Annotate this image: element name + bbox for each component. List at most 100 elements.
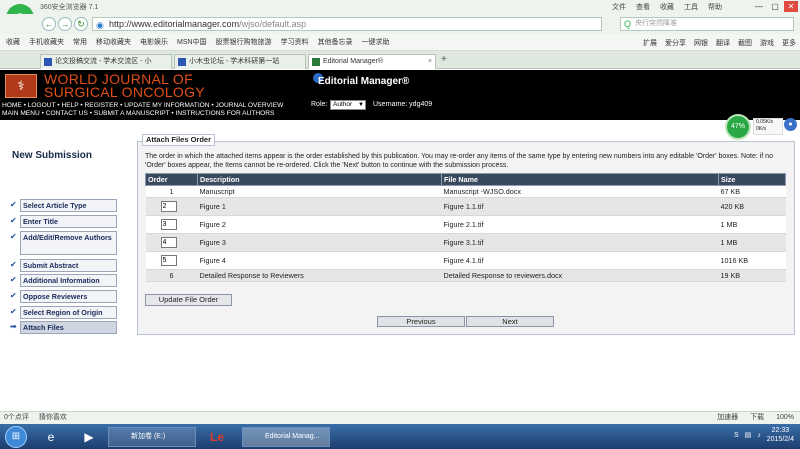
table-row: Figure 4 Figure 4.1.tif 1016 KB <box>145 251 786 270</box>
upload-speed: 0.05K/s <box>756 119 773 125</box>
step-button[interactable]: Submit Abstract <box>20 259 117 272</box>
browser-status-bar: 0个点评 猜你喜欢 加速器 下载 100% <box>0 411 800 424</box>
toolbar-translate[interactable]: 翻译 <box>716 38 730 48</box>
fav-item[interactable]: 常用 <box>73 37 87 47</box>
zoom-level[interactable]: 100% <box>776 412 794 424</box>
step-button[interactable]: Additional Information <box>20 274 117 287</box>
recommendations[interactable]: 猜你喜欢 <box>39 412 67 424</box>
forward-icon[interactable]: → <box>58 17 72 31</box>
menu-file[interactable]: 文件 <box>612 2 626 12</box>
network-icon[interactable]: ▤ <box>745 431 752 439</box>
role-select[interactable]: Author ▼ <box>330 100 366 110</box>
check-icon: ✔ <box>10 232 17 241</box>
new-tab-icon[interactable]: + <box>441 54 447 65</box>
toolbar-bank[interactable]: 网银 <box>694 38 708 48</box>
taskbar-browser[interactable]: Editorial Manag... <box>242 427 330 447</box>
step-button[interactable]: Oppose Reviewers <box>20 290 117 303</box>
table-row: Figure 3 Figure 3.1.tif 1 MB <box>145 233 786 252</box>
fav-item[interactable]: MSN中国 <box>177 37 207 47</box>
comments-count[interactable]: 0个点评 <box>4 412 29 424</box>
clock[interactable]: 22:33 2015/2/4 <box>767 426 794 444</box>
toolbar-extend[interactable]: 扩展 <box>643 38 657 48</box>
step-button[interactable]: Select Region of Origin <box>20 306 117 319</box>
taskbar-item-label: Editorial Manag... <box>265 433 320 440</box>
fav-item[interactable]: 股票银行购物旅游 <box>216 37 272 47</box>
filename-cell: Figure 4.1.tif <box>441 251 719 270</box>
taskbar-explorer[interactable]: 新加卷 (E:) <box>108 427 196 447</box>
menu-help[interactable]: 帮助 <box>708 2 722 12</box>
toolbar-screenshot[interactable]: 截图 <box>738 38 752 48</box>
url-input[interactable]: ◉ http://www.editorialmanager.com/wjso/d… <box>92 17 602 31</box>
fav-item[interactable]: 学习资料 <box>281 37 309 47</box>
le-icon[interactable]: Le <box>206 428 228 446</box>
close-icon[interactable]: ✕ <box>784 1 798 12</box>
check-icon: ✔ <box>10 216 17 225</box>
tab-forum-1[interactable]: 论文投稿交流 - 学术交流区 - 小 <box>40 54 172 69</box>
instructions-text: The order in which the attached items ap… <box>145 153 773 169</box>
fav-item[interactable]: 收藏 <box>6 37 20 47</box>
size-cell: 1 MB <box>718 233 786 252</box>
table-header-row: Order Description File Name Size <box>145 173 786 186</box>
fav-item[interactable]: 其他备忘录 <box>318 37 353 47</box>
order-value: 6 <box>145 269 198 282</box>
close-tab-icon[interactable]: × <box>428 55 432 68</box>
order-input[interactable] <box>160 237 177 248</box>
col-size: Size <box>718 173 786 186</box>
page-icon <box>312 58 320 66</box>
order-input[interactable] <box>160 255 177 266</box>
page-title: New Submission <box>12 150 93 161</box>
role-value: Author <box>333 101 353 108</box>
menu-view[interactable]: 查看 <box>636 2 650 12</box>
clock-date: 2015/2/4 <box>766 436 794 443</box>
address-bar: ← → ↻ ◉ http://www.editorialmanager.com/… <box>0 14 800 34</box>
previous-button[interactable]: Previous <box>377 316 465 327</box>
back-icon[interactable]: ← <box>42 17 56 31</box>
network-speed-widget[interactable]: 47% 0.05K/s 0K/s ● <box>725 114 799 140</box>
accelerator-link[interactable]: 加速器 <box>717 412 738 424</box>
description-cell: Figure 4 <box>197 251 442 270</box>
minimize-icon[interactable]: — <box>752 1 766 12</box>
ie-icon[interactable]: e <box>40 428 62 446</box>
step-button[interactable]: Attach Files <box>20 321 117 334</box>
site-nav-secondary[interactable]: MAIN MENU • CONTACT US • SUBMIT A MANUSC… <box>2 110 274 117</box>
toolbar-games[interactable]: 游戏 <box>760 38 774 48</box>
favorites-bar: 收藏 手机收藏夹 常用 移动收藏夹 电影娱乐 MSN中国 股票银行购物旅游 学习… <box>0 34 800 51</box>
tab-forum-2[interactable]: 小木虫论坛 - 学术科研第一站 <box>174 54 306 69</box>
check-icon: ✔ <box>10 275 17 284</box>
fav-item[interactable]: 一键求助 <box>362 37 390 47</box>
check-icon: ✔ <box>10 260 17 269</box>
site-nav-primary[interactable]: HOME • LOGOUT • HELP • REGISTER • UPDATE… <box>2 102 283 109</box>
volume-icon[interactable]: ♪ <box>757 432 761 439</box>
accelerator-icon[interactable]: ● <box>784 118 797 131</box>
order-cell <box>145 233 198 252</box>
fav-item[interactable]: 电影娱乐 <box>140 37 168 47</box>
menu-favorites[interactable]: 收藏 <box>660 2 674 12</box>
refresh-icon[interactable]: ↻ <box>74 17 88 31</box>
size-cell: 1 MB <box>718 215 786 234</box>
filename-cell: Detailed Response to reviewers.docx <box>441 269 719 282</box>
fav-item[interactable]: 移动收藏夹 <box>96 37 131 47</box>
step-button[interactable]: Enter Title <box>20 215 117 228</box>
download-link[interactable]: 下载 <box>750 412 764 424</box>
tab-editorial-manager[interactable]: Editorial Manager® × <box>308 54 436 69</box>
role-label: Role: <box>311 101 328 108</box>
menu-tools[interactable]: 工具 <box>684 2 698 12</box>
media-player-icon[interactable]: ▶ <box>78 428 100 446</box>
search-input[interactable]: Q 央行突然降准 <box>620 17 794 31</box>
description-cell: Detailed Response to Reviewers <box>197 269 442 282</box>
update-file-order-button[interactable]: Update File Order <box>145 294 232 306</box>
fav-item[interactable]: 手机收藏夹 <box>29 37 64 47</box>
maximize-icon[interactable]: ▢ <box>768 1 782 12</box>
start-button[interactable]: ⊞ <box>5 426 27 448</box>
toolbar-more[interactable]: 更多 <box>782 38 796 48</box>
order-input[interactable] <box>160 201 177 212</box>
step-button[interactable]: Add/Edit/Remove Authors <box>20 231 117 255</box>
journal-title-line2: SURGICAL ONCOLOGY <box>44 84 205 100</box>
step-button[interactable]: Select Article Type <box>20 199 117 212</box>
toolbar-share[interactable]: 爱分享 <box>665 38 686 48</box>
next-button[interactable]: Next <box>466 316 554 327</box>
input-method-icon[interactable]: S <box>734 432 739 439</box>
size-cell: 19 KB <box>718 269 786 282</box>
files-table: Order Description File Name Size 1 Manus… <box>145 173 786 282</box>
order-input[interactable] <box>160 219 177 230</box>
